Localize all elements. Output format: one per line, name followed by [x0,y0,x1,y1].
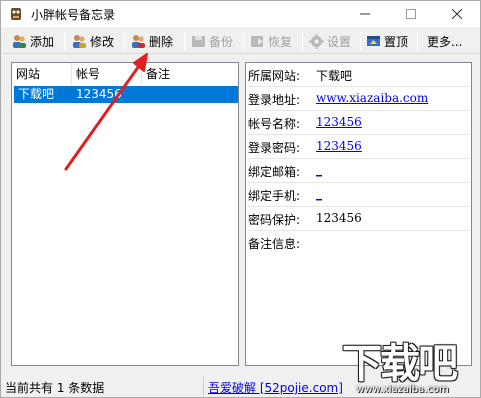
add-button[interactable]: 添加 [11,30,54,52]
list-header: 网站 帐号 备注 [12,63,238,85]
detail-link-email[interactable]: _ [316,163,322,177]
maximize-icon [406,9,416,19]
detail-link-password[interactable]: 123456 [316,139,362,153]
detail-row-url: 登录地址: www.xiazaiba.com [248,87,470,111]
detail-row-email: 绑定邮箱: _ [248,159,470,183]
watermark-brand: 下载吧 [342,341,458,387]
detail-label: 备注信息: [248,237,301,251]
column-header-site[interactable]: 网站 [12,63,72,85]
maximize-button[interactable] [388,1,434,27]
detail-row-username: 帐号名称: 123456 [248,111,470,135]
settings-button-label: 设置 [327,34,352,49]
more-button[interactable]: 更多... [427,30,462,52]
watermark-url: www.xiazaiba.com [356,384,449,395]
watermark-logo: 下载吧 www.xiazaiba.com [342,342,481,398]
column-header-note[interactable]: 备注 [142,63,238,85]
record-count-text: 当前共有 1 条数据 [5,381,105,395]
app-logo-icon [11,8,21,20]
toolbar-divider [417,32,418,50]
detail-label: 所属网站: [248,69,301,83]
users-delete-icon [132,34,145,48]
detail-label: 登录地址: [248,93,301,107]
backup-button[interactable]: 备份 [190,30,233,52]
detail-panel: 所属网站: 下载吧 登录地址: www.xiazaiba.com 帐号名称: 1… [245,62,472,366]
pin-top-button[interactable]: 置顶 [365,30,408,52]
detail-row-password: 登录密码: 123456 [248,135,470,159]
add-button-label: 添加 [30,34,55,49]
users-edit-icon [73,34,86,48]
toolbar: 添加 修改 删除 备份 恢复 设置 置顶 更多... [1,27,480,54]
detail-link-url[interactable]: www.xiazaiba.com [316,91,428,105]
list-cell-site: 下载吧 [14,86,72,103]
window-title: 小胖帐号备忘录 [31,8,116,22]
toolbar-divider [360,32,361,50]
edit-button-label: 修改 [90,34,115,49]
delete-button-label: 删除 [149,34,174,49]
backup-button-label: 备份 [209,34,234,49]
more-button-label: 更多... [427,34,463,49]
detail-row-site: 所属网站: 下载吧 [248,63,470,87]
restore-icon [251,35,263,47]
account-list[interactable]: 网站 帐号 备注 下载吧 123456 [11,62,239,366]
toolbar-divider [124,32,125,50]
detail-link-phone[interactable]: _ [316,187,322,201]
restore-button[interactable]: 恢复 [249,30,292,52]
restore-button-label: 恢复 [268,34,293,49]
users-add-icon [13,34,26,48]
toolbar-divider [302,32,303,50]
backup-icon [192,35,205,47]
edit-button[interactable]: 修改 [71,30,114,52]
column-header-account[interactable]: 帐号 [72,63,142,85]
detail-label: 密码保护: [248,213,301,227]
detail-row-security: 密码保护: 123456 [248,207,470,231]
pin-icon [367,35,380,46]
minimize-button[interactable] [342,1,388,27]
list-item[interactable]: 下载吧 123456 [12,86,238,103]
close-icon [452,9,462,19]
minimize-icon [360,13,370,15]
app-window: 小胖帐号备忘录 添加 修改 删除 备份 恢复 设置 置顶 更多... 网站 帐号… [0,0,481,398]
detail-label: 帐号名称: [248,117,301,131]
list-cell-account: 123456 [72,86,142,103]
toolbar-divider [243,32,244,50]
detail-label: 登录密码: [248,141,301,155]
detail-label: 绑定邮箱: [248,165,301,179]
toolbar-divider [184,32,185,50]
detail-value-site: 下载吧 [316,69,353,83]
detail-value-security: 123456 [316,211,362,225]
delete-button[interactable]: 删除 [130,30,173,52]
close-button[interactable] [434,1,480,27]
detail-label: 绑定手机: [248,189,301,203]
status-divider [203,377,204,395]
status-link[interactable]: 吾爱破解 [52pojie.com] [208,379,343,396]
detail-row-phone: 绑定手机: _ [248,183,470,207]
detail-link-username[interactable]: 123456 [316,115,362,129]
settings-button[interactable]: 设置 [308,30,351,52]
list-cell-note [142,86,238,103]
title-bar: 小胖帐号备忘录 [1,1,480,27]
gear-icon [309,33,324,49]
detail-row-notes: 备注信息: [248,231,470,255]
pin-top-button-label: 置顶 [384,34,409,49]
toolbar-divider [64,32,65,50]
